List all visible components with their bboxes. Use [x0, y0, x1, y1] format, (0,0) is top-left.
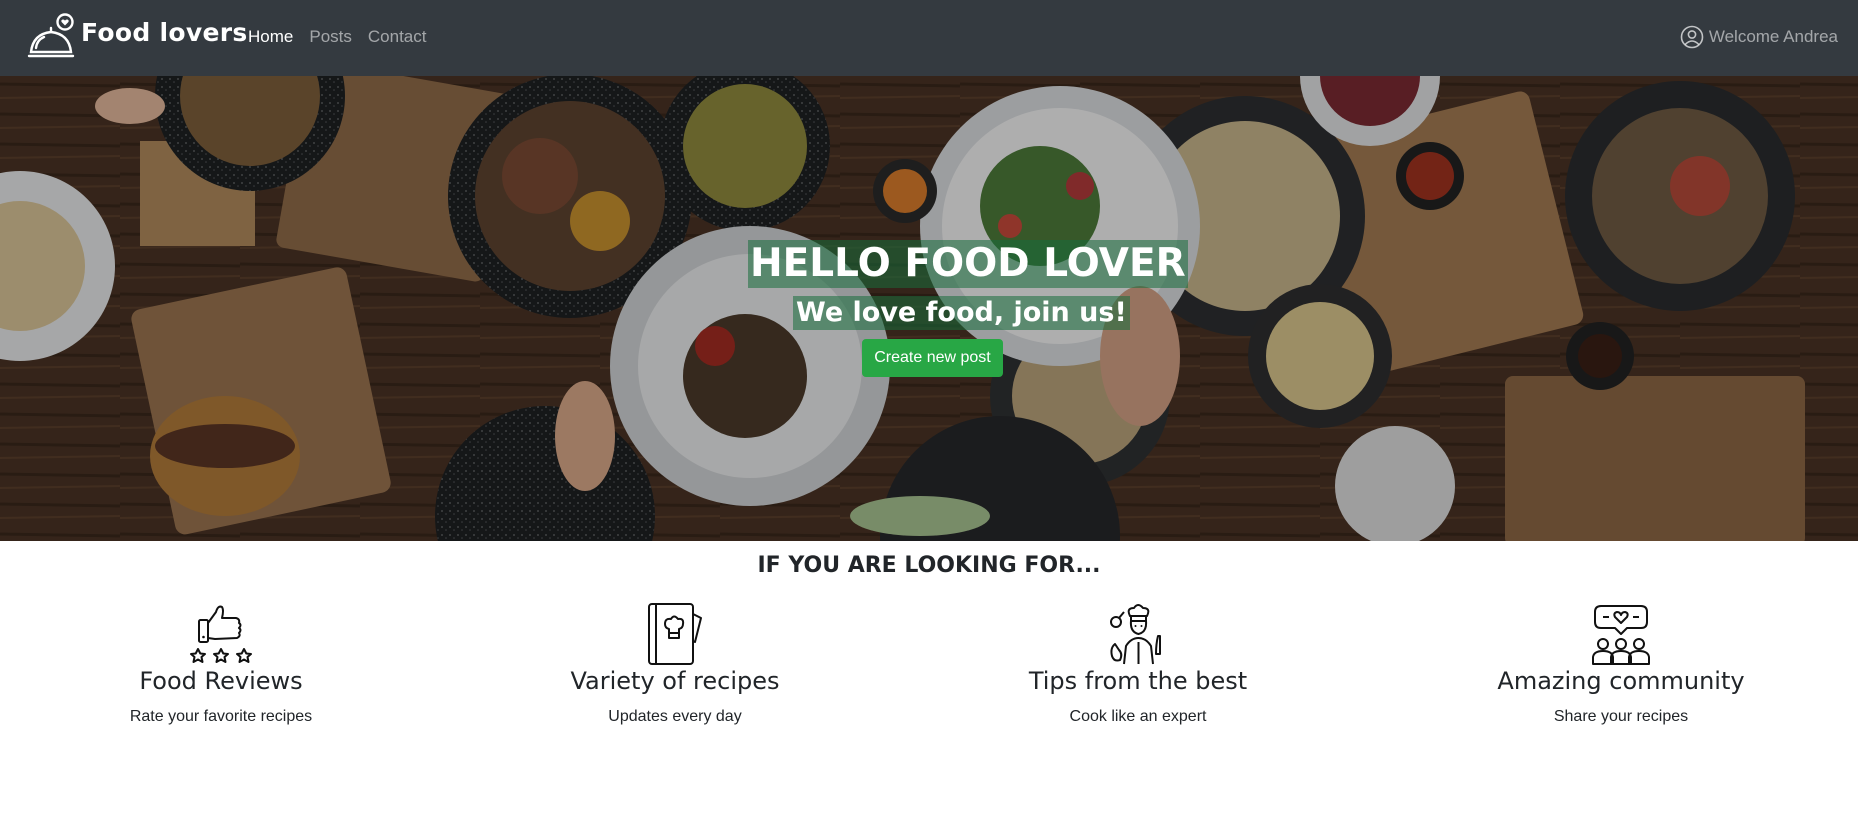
recipe-book-icon: [648, 603, 702, 665]
feature-title: Food Reviews: [139, 667, 303, 695]
community-icon: [1592, 605, 1650, 665]
feature-variety-recipes: Variety of recipes Updates every day: [510, 602, 840, 728]
feature-title: Tips from the best: [1028, 667, 1248, 695]
feature-title: Variety of recipes: [570, 667, 780, 695]
thumbs-up-stars-icon: [190, 605, 252, 663]
brand-link[interactable]: Food lovers: [27, 12, 248, 64]
features-heading: IF YOU ARE LOOKING FOR...: [757, 553, 1101, 578]
brand-name: Food lovers: [81, 18, 248, 47]
nav-links: Home Posts Contact: [248, 27, 426, 47]
create-post-button[interactable]: Create new post: [862, 339, 1003, 377]
feature-community: Amazing community Share your recipes: [1456, 602, 1786, 728]
user-circle-icon: [1680, 25, 1704, 49]
hero-banner: HELLO FOOD LOVER We love food, join us! …: [0, 76, 1858, 541]
chef-icon: [1110, 604, 1161, 665]
feature-tips-best: Tips from the best Cook like an expert: [973, 602, 1303, 728]
hero-title: HELLO FOOD LOVER: [748, 240, 1188, 288]
nav-contact[interactable]: Contact: [368, 27, 427, 47]
nav-posts[interactable]: Posts: [309, 27, 352, 47]
feature-text: Updates every day: [608, 708, 742, 725]
navbar: Food lovers Home Posts Contact Welcome A…: [0, 0, 1858, 76]
feature-text: Share your recipes: [1553, 708, 1689, 725]
hero-subtitle: We love food, join us!: [793, 296, 1130, 330]
feature-text: Rate your favorite recipes: [129, 708, 313, 725]
welcome-text: Welcome Andrea: [1708, 27, 1838, 46]
nav-home[interactable]: Home: [248, 27, 293, 47]
feature-text: Cook like an expert: [1069, 708, 1207, 725]
feature-food-reviews: Food Reviews Rate your favorite recipes: [56, 602, 386, 728]
user-menu[interactable]: Welcome Andrea: [1680, 25, 1838, 49]
cloche-heart-icon: [27, 13, 75, 58]
feature-title: Amazing community: [1497, 667, 1745, 695]
